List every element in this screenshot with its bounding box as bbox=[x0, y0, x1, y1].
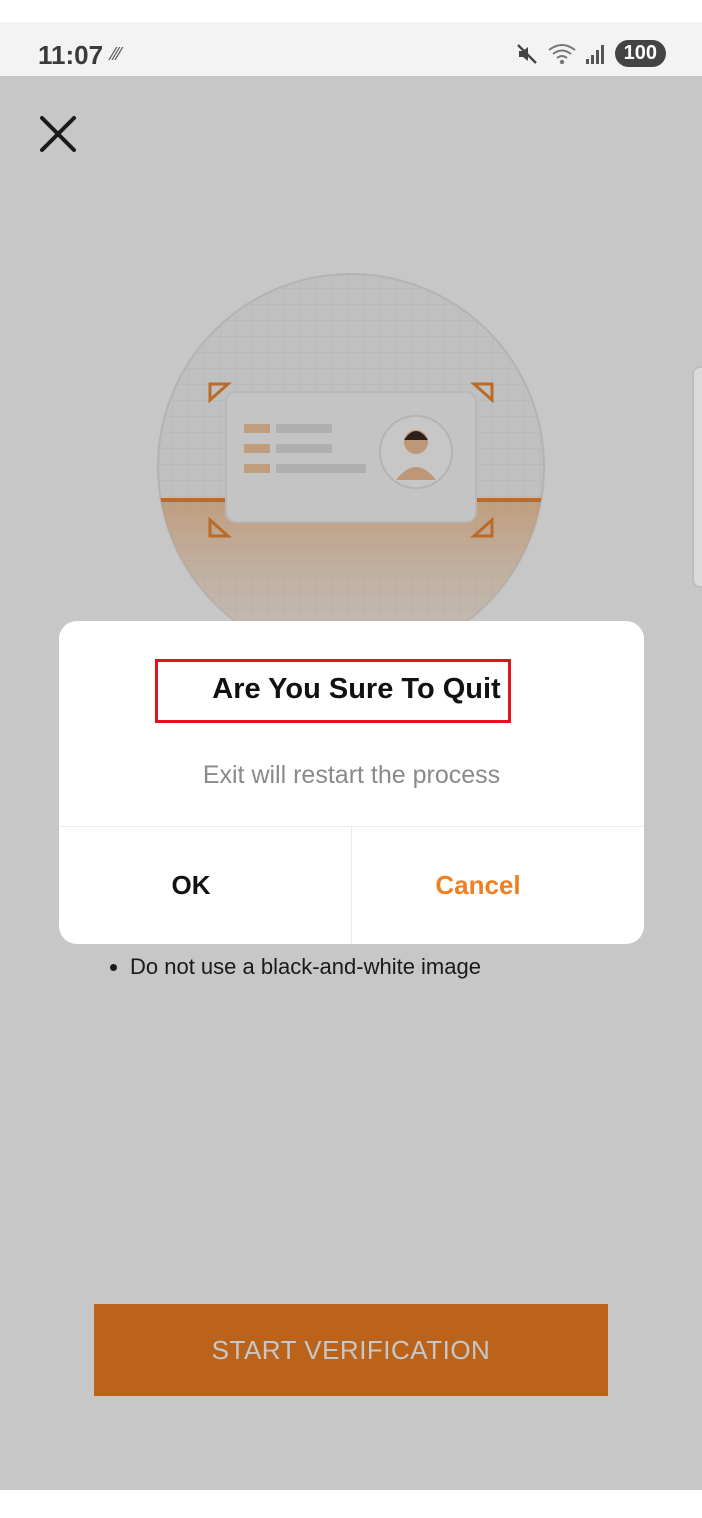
screenshot-indicator-icon: ⁄⁄⁄ bbox=[112, 44, 122, 64]
ok-button[interactable]: OK bbox=[59, 827, 355, 944]
edge-panel-handle[interactable] bbox=[692, 366, 702, 588]
status-time: 11:07 bbox=[38, 40, 104, 70]
mute-icon bbox=[516, 43, 537, 64]
screen: 11:07 ⁄⁄⁄ 100 • Do not use a black-and-w… bbox=[0, 0, 702, 1518]
wifi-icon bbox=[548, 43, 576, 64]
dialog-title: Are You Sure To Quit bbox=[212, 673, 501, 705]
quit-dialog: Are You Sure To Quit Exit will restart t… bbox=[59, 621, 644, 944]
cancel-button-label: Cancel bbox=[435, 870, 521, 900]
top-strip bbox=[0, 0, 702, 22]
battery-icon: 100 bbox=[614, 40, 666, 67]
signal-icon bbox=[585, 44, 604, 64]
dialog-message: Exit will restart the process bbox=[202, 761, 501, 789]
status-icons: 100 bbox=[515, 40, 666, 67]
bottom-strip bbox=[0, 1490, 702, 1518]
ok-button-label: OK bbox=[171, 870, 211, 900]
status-bar: 11:07 ⁄⁄⁄ 100 bbox=[0, 22, 702, 76]
cancel-button[interactable]: Cancel bbox=[352, 827, 644, 944]
